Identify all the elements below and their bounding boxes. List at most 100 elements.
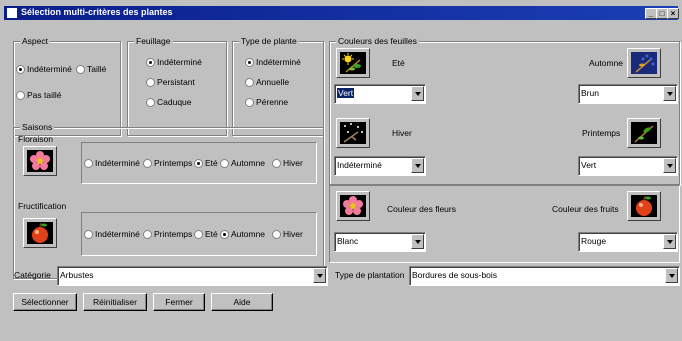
chevron-down-icon[interactable] [663, 158, 676, 173]
automne-color-select[interactable]: Brun [578, 84, 678, 104]
type-perenne-radio[interactable]: Pérenne [245, 97, 288, 107]
type-plante-legend: Type de plante [239, 36, 299, 46]
fruits-image-button[interactable] [627, 191, 661, 221]
floraison-ete-radio[interactable]: Eté [194, 158, 218, 168]
aspect-pas-taille-radio[interactable]: Pas taillé [16, 90, 62, 100]
feuillage-legend: Feuillage [134, 36, 173, 46]
aide-button[interactable]: Aide [211, 293, 273, 311]
radio-dot [146, 77, 155, 87]
fruits-label: Couleur des fruits [552, 204, 619, 214]
printemps-label: Printemps [582, 128, 621, 138]
fleurs-fruits-panel: Couleur des fleurs Blanc Couleur des fru… [329, 185, 680, 263]
printemps-color-select[interactable]: Vert [578, 156, 678, 176]
radio-dot [194, 158, 203, 168]
radio-dot [84, 158, 93, 168]
apple-icon [27, 222, 53, 244]
categorie-select[interactable]: Arbustes [57, 266, 328, 286]
fructification-printemps-radio[interactable]: Printemps [143, 229, 192, 239]
fructification-indetermine-radio[interactable]: Indéterminé [84, 229, 140, 239]
close-button[interactable]: × [667, 8, 679, 19]
select-button[interactable]: Sélectionner [13, 293, 77, 311]
radio-dot [84, 229, 93, 239]
reset-button[interactable]: Réinitialiser [83, 293, 147, 311]
apple-icon [631, 195, 657, 217]
radio-dot [272, 229, 281, 239]
radio-dot [16, 64, 25, 74]
feuillage-group: Feuillage Indéterminé Persistant Caduque [127, 36, 227, 136]
window-title: Sélection multi-critères des plantes [21, 7, 173, 17]
hiver-color-select[interactable]: Indéterminé [334, 156, 426, 176]
flower-icon [340, 195, 366, 217]
radio-dot [146, 97, 155, 107]
automne-image-button[interactable] [627, 48, 661, 78]
chevron-down-icon[interactable] [411, 86, 424, 101]
printemps-image-button[interactable] [627, 118, 661, 148]
ete-image-button[interactable] [336, 48, 370, 78]
sun-leaf-icon [340, 52, 366, 74]
radio-dot [146, 57, 155, 67]
type-plantation-select[interactable]: Bordures de sous-bois [409, 266, 680, 286]
fleurs-color-select[interactable]: Blanc [334, 232, 426, 252]
chevron-down-icon[interactable] [411, 158, 424, 173]
type-indetermine-radio[interactable]: Indéterminé [245, 57, 301, 67]
hiver-label: Hiver [392, 128, 412, 138]
chevron-down-icon[interactable] [663, 86, 676, 101]
fermer-button[interactable]: Fermer [153, 293, 205, 311]
dialog-body: Aspect Indéterminé Taillé Pas taillé Feu… [4, 20, 680, 341]
chevron-down-icon[interactable] [411, 234, 424, 249]
radio-dot [245, 97, 254, 107]
aspect-legend: Aspect [20, 36, 50, 46]
radio-dot [16, 90, 25, 100]
floraison-image-button[interactable] [23, 146, 57, 176]
floraison-hiver-radio[interactable]: Hiver [272, 158, 303, 168]
categorie-label: Catégorie [14, 270, 51, 280]
fleurs-color-value: Blanc [337, 236, 359, 246]
fleurs-label: Couleur des fleurs [387, 204, 456, 214]
feuillage-caduque-radio[interactable]: Caduque [146, 97, 192, 107]
snow-branch-icon [340, 122, 366, 144]
ete-color-select[interactable]: Vert [334, 84, 426, 104]
spring-leaf-icon [631, 122, 657, 144]
fructification-ete-radio[interactable]: Eté [194, 229, 218, 239]
type-annuelle-radio[interactable]: Annuelle [245, 77, 289, 87]
automne-color-value: Brun [581, 88, 599, 98]
radio-dot [143, 158, 152, 168]
floraison-label: Floraison [18, 134, 53, 144]
fleurs-image-button[interactable] [336, 191, 370, 221]
chevron-down-icon[interactable] [665, 268, 678, 283]
chevron-down-icon[interactable] [313, 268, 326, 283]
type-plante-group: Type de plante Indéterminé Annuelle Pére… [232, 36, 324, 136]
app-icon[interactable] [7, 8, 17, 18]
floraison-printemps-radio[interactable]: Printemps [143, 158, 192, 168]
radio-dot [220, 158, 229, 168]
floraison-automne-radio[interactable]: Automne [220, 158, 265, 168]
radio-dot [194, 229, 203, 239]
fruits-color-select[interactable]: Rouge [578, 232, 678, 252]
fruits-color-value: Rouge [581, 236, 607, 246]
flower-icon [27, 150, 53, 172]
aspect-indetermine-radio[interactable]: Indéterminé [16, 64, 72, 74]
fructification-automne-radio[interactable]: Automne [220, 229, 265, 239]
ete-label: Eté [392, 58, 405, 68]
title-bar[interactable]: Sélection multi-critères des plantes _ □… [4, 6, 679, 20]
automne-label: Automne [589, 58, 624, 68]
fructification-image-button[interactable] [23, 218, 57, 248]
fructification-hiver-radio[interactable]: Hiver [272, 229, 303, 239]
feuillage-indetermine-radio[interactable]: Indéterminé [146, 57, 202, 67]
radio-dot [220, 229, 229, 239]
radio-dot [272, 158, 281, 168]
aspect-taille-radio[interactable]: Taillé [76, 64, 106, 74]
type-plantation-value: Bordures de sous-bois [412, 270, 498, 280]
fructification-label: Fructification [18, 201, 67, 211]
floraison-indetermine-radio[interactable]: Indéterminé [84, 158, 140, 168]
floraison-options-panel: Indéterminé Printemps Eté Automne Hiver [81, 142, 317, 184]
radio-dot [245, 57, 254, 67]
saisons-legend: Saisons [20, 122, 55, 132]
feuillage-persistant-radio[interactable]: Persistant [146, 77, 195, 87]
chevron-down-icon[interactable] [663, 234, 676, 249]
saisons-group: Saisons Floraison Indéterminé Printemps … [13, 122, 324, 279]
hiver-color-value: Indéterminé [337, 160, 382, 170]
hiver-image-button[interactable] [336, 118, 370, 148]
couleurs-legend: Couleurs des feuilles [336, 36, 419, 46]
radio-dot [245, 77, 254, 87]
